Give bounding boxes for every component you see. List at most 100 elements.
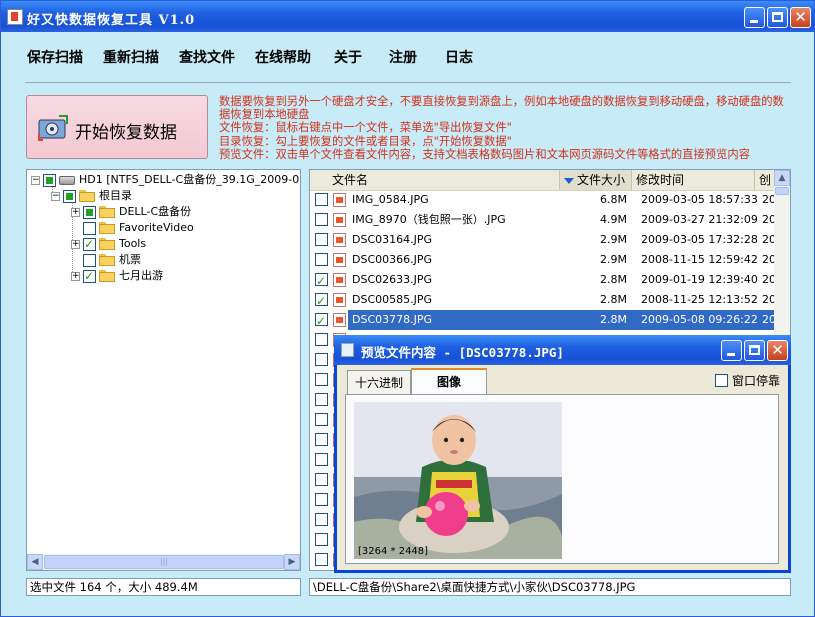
table-row[interactable]: IMG_0584.JPG 6.8M 2009-03-05 18:57:33 20	[310, 190, 776, 210]
tree-expander-icon[interactable]: +	[71, 208, 80, 217]
file-size: 6.8M	[600, 193, 627, 206]
maximize-icon	[772, 12, 783, 22]
row-checkbox[interactable]	[315, 513, 328, 526]
tree-node[interactable]: 机票	[27, 252, 299, 268]
maximize-icon	[749, 345, 760, 355]
tree-checkbox[interactable]	[83, 222, 96, 235]
folder-icon	[99, 206, 115, 218]
preview-title-bar[interactable]: 预览文件内容 - [DSC03778.JPG] ✕	[334, 335, 791, 365]
row-checkbox[interactable]	[315, 311, 328, 331]
tree-node-label: 根目录	[99, 189, 132, 202]
image-dimensions: [3264 * 2448]	[358, 546, 429, 557]
tree-node[interactable]: − 根目录	[27, 188, 299, 204]
file-name: DSC02633.JPG	[352, 273, 433, 286]
tree-node[interactable]: FavoriteVideo	[27, 220, 299, 236]
tree-checkbox[interactable]	[43, 174, 56, 187]
dock-checkbox[interactable]	[714, 374, 728, 387]
table-row[interactable]: DSC03778.JPG2.8M2009-05-08 09:26:2220	[310, 310, 776, 331]
menu-separator	[25, 82, 791, 83]
tab-image[interactable]: 图像	[411, 368, 487, 395]
close-icon: ✕	[771, 341, 784, 359]
menu-register[interactable]: 注册	[389, 47, 417, 67]
preview-dialog[interactable]: 预览文件内容 - [DSC03778.JPG] ✕ 十六进制 图像 窗口停靠 […	[334, 335, 791, 573]
tree-node[interactable]: − HD1 [NTFS_DELL-C盘备份_39.1G_2009-06-1	[27, 172, 300, 188]
row-checkbox[interactable]	[315, 533, 328, 546]
table-row[interactable]: DSC00585.JPG2.8M2008-11-25 12:13:5220	[310, 290, 776, 311]
scroll-thumb[interactable]	[775, 187, 789, 195]
column-size[interactable]: 文件大小	[560, 170, 632, 190]
row-checkbox[interactable]	[315, 271, 328, 291]
file-name: DSC00366.JPG	[352, 253, 433, 266]
scroll-left-button[interactable]: ◀	[27, 554, 43, 570]
row-checkbox[interactable]	[315, 413, 328, 426]
sort-desc-icon	[564, 177, 574, 184]
scroll-up-button[interactable]: ▲	[774, 170, 790, 186]
file-mtime: 2009-05-08 09:26:22	[641, 313, 758, 326]
file-size: 2.9M	[600, 233, 627, 246]
row-checkbox[interactable]	[315, 253, 328, 266]
tree-checkbox[interactable]	[83, 254, 96, 267]
main-window: 好又快数据恢复工具 V1.0 ✕ 保存扫描 重新扫描 查找文件 在线帮助 关于 …	[0, 0, 815, 617]
tree-checkbox[interactable]	[83, 268, 96, 284]
column-ctime[interactable]: 创	[755, 170, 775, 190]
row-checkbox[interactable]	[315, 333, 328, 346]
menu-online-help[interactable]: 在线帮助	[255, 47, 311, 67]
menu-rescan[interactable]: 重新扫描	[103, 47, 159, 67]
tree-checkbox[interactable]	[83, 236, 96, 252]
start-recovery-button[interactable]: 开始恢复数据	[26, 95, 208, 159]
scroll-thumb[interactable]: |||	[44, 555, 284, 569]
tree-node-label: DELL-C盘备份	[119, 205, 192, 218]
tab-hex[interactable]: 十六进制	[347, 370, 411, 394]
menu-find-file[interactable]: 查找文件	[179, 47, 235, 67]
table-row[interactable]: IMG_8970（钱包照一张）.JPG 4.9M 2009-03-27 21:32:…	[310, 210, 776, 230]
status-path: \DELL-C盘备份\Share2\桌面快捷方式\小家伙\DSC03778.JP…	[309, 578, 791, 596]
table-row[interactable]: DSC03164.JPG 2.9M 2009-03-05 17:32:28 20	[310, 230, 776, 250]
tree-expander-icon[interactable]: +	[71, 272, 80, 281]
column-name[interactable]: 文件名	[310, 170, 560, 190]
close-button[interactable]: ✕	[790, 7, 811, 28]
preview-minimize-button[interactable]	[721, 340, 742, 361]
row-checkbox[interactable]	[315, 291, 328, 311]
scroll-right-button[interactable]: ▶	[284, 554, 300, 570]
tree-node[interactable]: + Tools	[27, 236, 299, 252]
tree-checkbox[interactable]	[63, 190, 76, 203]
row-checkbox[interactable]	[315, 193, 328, 206]
row-checkbox[interactable]	[315, 453, 328, 466]
row-checkbox[interactable]	[315, 553, 328, 566]
tree-horizontal-scrollbar[interactable]: ◀ ||| ▶	[27, 554, 300, 570]
folder-icon	[99, 270, 115, 282]
file-size: 2.8M	[600, 293, 627, 306]
file-mtime: 2008-11-15 12:59:42	[641, 253, 758, 266]
start-recovery-label: 开始恢复数据	[75, 123, 177, 143]
preview-maximize-button[interactable]	[744, 340, 765, 361]
minimize-icon	[750, 20, 758, 23]
menu-about[interactable]: 关于	[334, 47, 362, 67]
row-checkbox[interactable]	[315, 373, 328, 386]
row-checkbox[interactable]	[315, 493, 328, 506]
dock-window-checkbox[interactable]: 窗口停靠	[714, 372, 780, 389]
menu-save-scan[interactable]: 保存扫描	[27, 47, 83, 67]
file-size: 2.8M	[600, 313, 627, 326]
column-mtime[interactable]: 修改时间	[632, 170, 755, 190]
tree-node[interactable]: + 七月出游	[27, 268, 299, 284]
title-bar[interactable]: 好又快数据恢复工具 V1.0 ✕	[1, 1, 814, 32]
maximize-button[interactable]	[767, 7, 788, 28]
table-row[interactable]: DSC02633.JPG2.8M2009-01-19 12:39:4020	[310, 270, 776, 291]
row-checkbox[interactable]	[315, 233, 328, 246]
row-checkbox[interactable]	[315, 393, 328, 406]
preview-close-button[interactable]: ✕	[767, 340, 788, 361]
row-checkbox[interactable]	[315, 213, 328, 226]
file-mtime: 2009-03-05 17:32:28	[641, 233, 758, 246]
menu-log[interactable]: 日志	[445, 47, 473, 67]
tree-checkbox[interactable]	[83, 206, 96, 219]
tree-node[interactable]: + DELL-C盘备份	[27, 204, 299, 220]
row-checkbox[interactable]	[315, 473, 328, 486]
tree-expander-icon[interactable]: +	[71, 240, 80, 249]
folder-tree[interactable]: − HD1 [NTFS_DELL-C盘备份_39.1G_2009-06-1 − 根目录…	[26, 169, 301, 571]
tree-expander-icon[interactable]: −	[31, 176, 40, 185]
table-row[interactable]: DSC00366.JPG 2.9M 2008-11-15 12:59:42 20	[310, 250, 776, 270]
row-checkbox[interactable]	[315, 433, 328, 446]
minimize-button[interactable]	[744, 7, 765, 28]
tree-expander-icon[interactable]: −	[51, 192, 60, 201]
row-checkbox[interactable]	[315, 353, 328, 366]
